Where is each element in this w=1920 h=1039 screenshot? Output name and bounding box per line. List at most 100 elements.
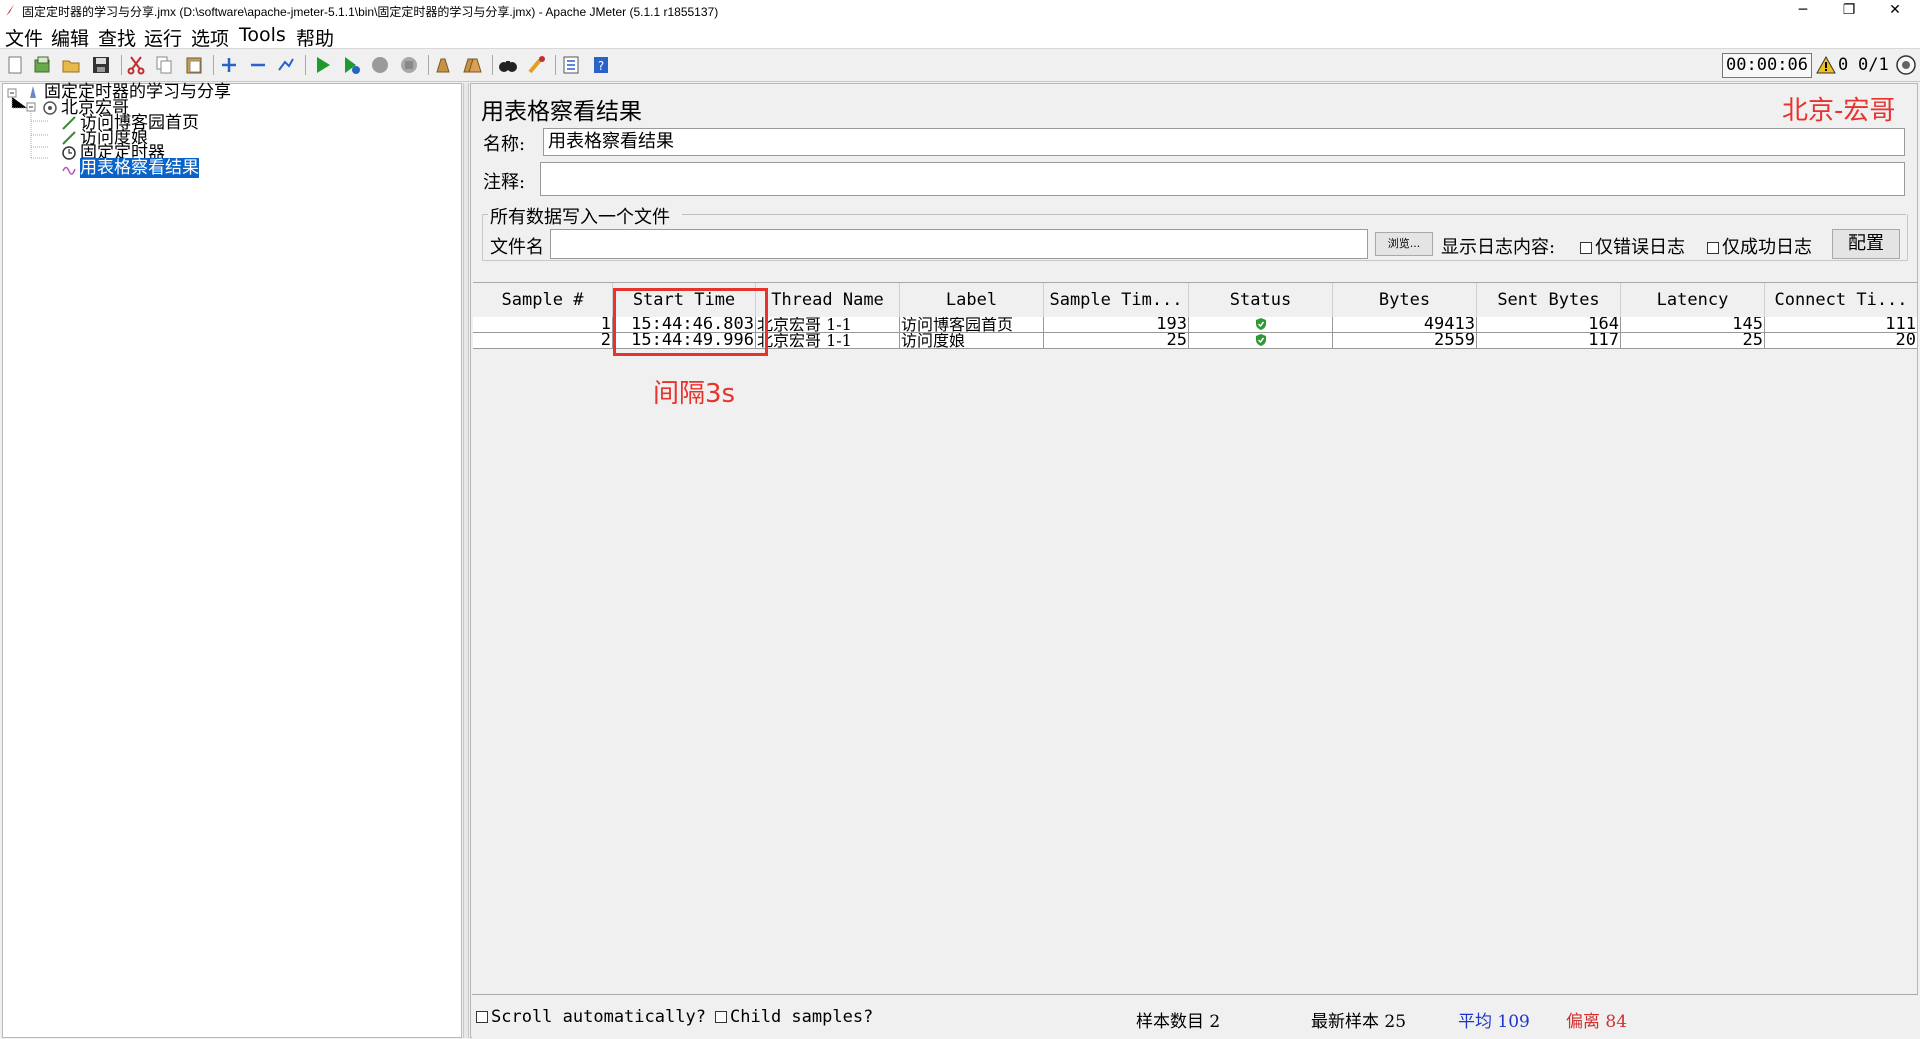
search-icon[interactable] [497, 54, 519, 76]
menu-search[interactable]: 查找 [98, 24, 136, 51]
cell-thread-name: 北京宏哥 1-1 [756, 333, 900, 348]
menu-help[interactable]: 帮助 [296, 24, 334, 51]
cell-connect-time: 20 [1895, 333, 1916, 348]
latest-sample: 最新样本 25 [1311, 1012, 1407, 1032]
errors-only-label: 仅错误日志 [1595, 237, 1685, 258]
cell-sample: 2 [473, 333, 613, 348]
warning-count: 0 [1838, 55, 1849, 75]
comment-field[interactable] [540, 162, 1905, 196]
remote-status-icon [1896, 55, 1916, 75]
help-icon[interactable]: ? [590, 54, 612, 76]
menu-edit[interactable]: 编辑 [51, 24, 89, 51]
column-header-sample[interactable]: Sample # [473, 283, 613, 317]
checkbox-box[interactable] [1580, 242, 1592, 254]
cell-sample: 1 [473, 317, 613, 332]
column-header-label[interactable]: Label [900, 283, 1044, 317]
test-plan-icon [30, 86, 36, 98]
success-only-checkbox[interactable]: 仅成功日志 [1707, 233, 1812, 259]
comment-label: 注释: [483, 172, 526, 193]
column-header-sample-time[interactable]: Sample Tim... [1044, 283, 1189, 317]
close-button[interactable]: ✕ [1872, 0, 1918, 22]
elapsed-time: 00:00:06 [1722, 53, 1812, 78]
name-label: 名称: [483, 134, 526, 155]
cut-icon[interactable] [125, 54, 147, 76]
column-header-connect-time[interactable]: Connect Ti... [1765, 283, 1917, 317]
cell-bytes: 49413 [1333, 317, 1477, 332]
menu-options[interactable]: 选项 [191, 24, 229, 51]
warning-icon[interactable] [1816, 56, 1836, 74]
toolbar-separator [555, 55, 556, 75]
errors-only-checkbox[interactable]: 仅错误日志 [1580, 233, 1685, 259]
active-threads: 0/1 [1858, 55, 1889, 75]
scroll-auto-checkbox[interactable]: Scroll automatically? [476, 1007, 706, 1027]
panel-title: 用表格察看结果 [481, 99, 642, 125]
new-icon[interactable] [4, 54, 26, 76]
function-helper-icon[interactable] [560, 54, 582, 76]
stop-icon[interactable] [369, 54, 391, 76]
window-title: 固定定时器的学习与分享.jmx (D:\software\apache-jmet… [22, 5, 719, 19]
child-samples-label: Child samples? [730, 1007, 874, 1027]
toolbar-separator [213, 55, 214, 75]
child-samples-checkbox[interactable]: Child samples? [715, 1007, 873, 1027]
tree-item-table-listener[interactable]: 用表格察看结果 [61, 158, 199, 178]
start-icon[interactable] [312, 54, 334, 76]
filename-label: 文件名 [490, 237, 544, 258]
status-bar: Scroll automatically? Child samples? 样本数… [472, 994, 1918, 1039]
open-icon[interactable] [60, 54, 82, 76]
http-sampler-icon [62, 116, 76, 130]
checkbox-box[interactable] [1707, 242, 1719, 254]
column-header-latency[interactable]: Latency [1621, 283, 1765, 317]
copy-icon[interactable] [153, 54, 175, 76]
cell-label: 访问博客园首页 [900, 317, 1044, 332]
browse-button[interactable]: 浏览... [1375, 232, 1433, 256]
test-plan-tree[interactable]: 固定定时器的学习与分享 北京宏哥 访问博客园首页 访问度娘 固定定时器 用表格察… [2, 83, 462, 1038]
toggle-icon[interactable] [275, 54, 297, 76]
checkbox-box[interactable] [715, 1011, 727, 1023]
paste-icon[interactable] [183, 54, 205, 76]
collapse-icon[interactable] [247, 54, 269, 76]
column-header-status[interactable]: Status [1189, 283, 1333, 317]
shutdown-icon[interactable] [398, 54, 420, 76]
cell-status [1189, 317, 1333, 332]
thread-group-icon [43, 101, 57, 115]
save-icon[interactable] [90, 54, 112, 76]
cell-sent-bytes: 164 [1477, 317, 1621, 332]
clear-all-icon[interactable] [461, 54, 483, 76]
column-header-sent-bytes[interactable]: Sent Bytes [1477, 283, 1621, 317]
tree-item-label: 用表格察看结果 [80, 158, 199, 178]
clear-icon[interactable] [432, 54, 454, 76]
column-header-thread-name[interactable]: Thread Name [756, 283, 900, 317]
author-watermark: 北京-宏哥 [1782, 96, 1896, 126]
cell-thread-name: 北京宏哥 1-1 [756, 317, 900, 332]
templates-icon[interactable] [31, 54, 53, 76]
split-pane-divider[interactable] [463, 83, 469, 1038]
configure-button[interactable]: 配置 [1832, 229, 1900, 259]
cell-bytes: 2559 [1333, 333, 1477, 348]
cell-latency: 145 [1621, 317, 1765, 332]
toolbar-separator [121, 55, 122, 75]
checkbox-box[interactable] [476, 1011, 488, 1023]
menu-run[interactable]: 运行 [144, 24, 182, 51]
expand-icon[interactable] [218, 54, 240, 76]
toolbar-separator [492, 55, 493, 75]
cell-sample-time: 25 [1044, 333, 1189, 348]
cell-latency: 25 [1621, 333, 1765, 348]
filename-field[interactable] [550, 229, 1368, 259]
cell-status [1189, 333, 1333, 348]
reset-search-icon[interactable] [526, 54, 548, 76]
toolbar-separator [428, 55, 429, 75]
log-content-label: 显示日志内容: [1441, 237, 1556, 258]
column-header-bytes[interactable]: Bytes [1333, 283, 1477, 317]
name-field[interactable]: 用表格察看结果 [543, 128, 1905, 156]
menu-tools[interactable]: Tools [239, 24, 286, 46]
restore-button[interactable]: ❐ [1826, 0, 1872, 22]
cell-sample-time: 193 [1044, 317, 1189, 332]
start-no-pause-icon[interactable] [340, 54, 362, 76]
success-shield-icon [1255, 334, 1266, 346]
scroll-auto-label: Scroll automatically? [491, 1007, 706, 1027]
title-bar: 固定定时器的学习与分享.jmx (D:\software\apache-jmet… [0, 0, 1920, 22]
minimize-button[interactable]: ─ [1780, 0, 1826, 22]
menu-bar: 文件 编辑 查找 运行 选项 Tools 帮助 [0, 22, 1920, 51]
toolbar: ? 00:00:06 0 0/1 [0, 49, 1920, 82]
menu-file[interactable]: 文件 [5, 24, 43, 51]
